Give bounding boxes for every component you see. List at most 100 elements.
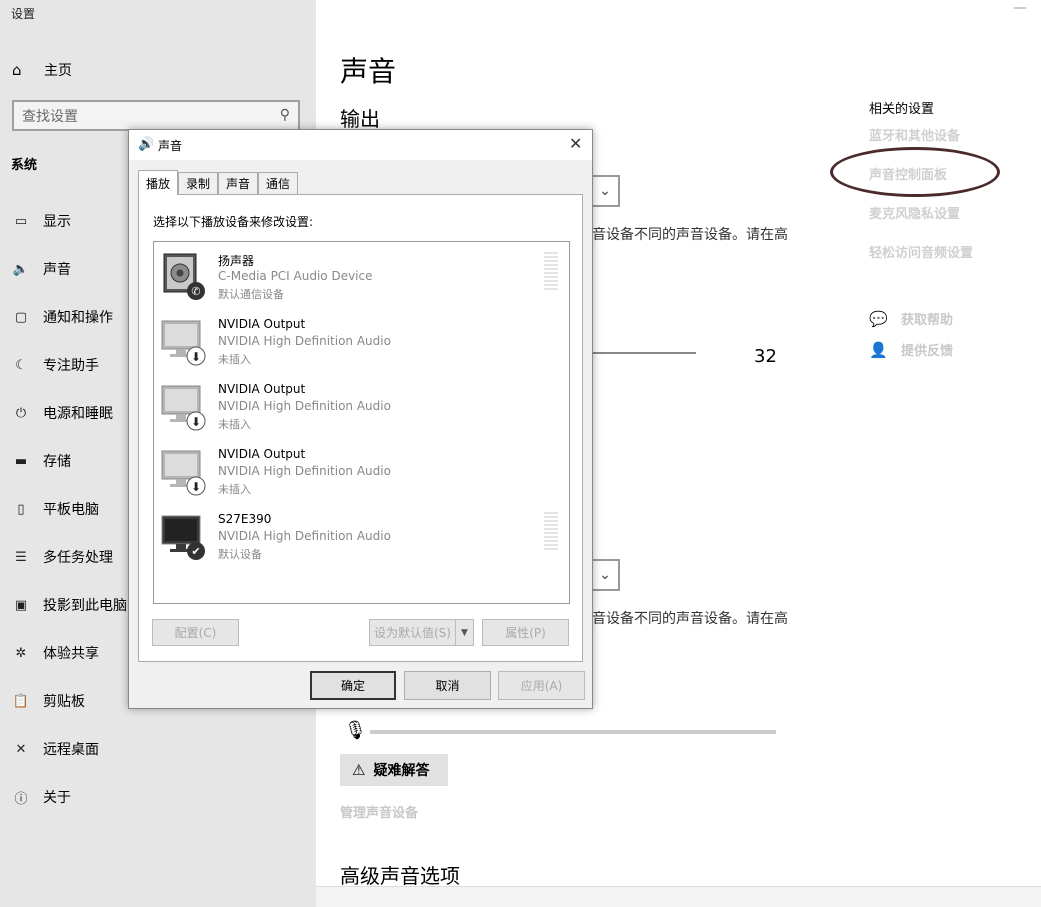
multitasking-icon: ☰ [15,549,27,565]
sound-dialog: 🔊 声音 ✕ 播放 录制 声音 通信 选择以下播放设备来修改设置: ✆ 扬声器 C-… [128,129,593,709]
sidebar-item-power[interactable]: ⏻ 电源和睡眠 [11,401,113,425]
device-description: NVIDIA High Definition Audio [218,464,391,478]
sidebar-item-focus-assist[interactable]: ☾ 专注助手 [11,353,99,377]
sidebar-item-about[interactable]: ⓘ 关于 [11,785,71,809]
sidebar-home[interactable]: ⌂ 主页 [12,60,72,80]
sidebar-item-label: 多任务处理 [43,550,113,566]
sidebar-item-remote-desktop[interactable]: ✕ 远程桌面 [11,737,99,761]
sidebar-item-project[interactable]: ▣ 投影到此电脑 [11,593,127,617]
ok-button[interactable]: 确定 [310,671,396,700]
sidebar-item-label: 关于 [43,790,71,806]
minimize-button[interactable]: — [1013,0,1027,16]
dropdown-arrow-icon[interactable]: ▼ [455,620,473,645]
tab-communications[interactable]: 通信 [258,172,299,194]
troubleshoot-button[interactable]: ⚠ 疑难解答 [340,754,448,786]
dialog-titlebar: 🔊 声音 ✕ [129,130,592,160]
sidebar-home-label: 主页 [44,63,72,79]
sidebar-item-label: 声音 [43,262,71,278]
chevron-down-icon: ⌄ [599,183,611,199]
ease-of-access-audio-link[interactable]: 轻松访问音频设置 [869,242,973,261]
device-name: NVIDIA Output [218,447,306,461]
close-icon[interactable]: ✕ [569,134,582,153]
svg-text:⬇: ⬇ [191,480,201,494]
get-help-link[interactable]: 💬 获取帮助 [869,309,954,329]
mic-privacy-link[interactable]: 麦克风隐私设置 [869,203,960,222]
sidebar-item-label: 平板电脑 [43,502,99,518]
device-name: 扬声器 [218,254,255,268]
help-icon: 💬 [869,309,888,328]
volume-value: 32 [754,346,777,367]
monitor-device-icon: ✔ [160,510,206,560]
chevron-down-icon: ⌄ [599,567,611,583]
set-default-label: 设为默认值(S) [374,626,451,640]
bluetooth-devices-link[interactable]: 蓝牙和其他设备 [869,125,960,144]
focus-assist-icon: ☾ [15,357,27,373]
search-input[interactable]: 查找设置 ⚲ [12,100,300,131]
storage-icon: ▬ [14,453,28,469]
input-device-dropdown[interactable]: ⌄ [590,559,620,591]
tab-sounds[interactable]: 声音 [218,172,259,194]
svg-text:⬇: ⬇ [191,350,201,364]
device-name: NVIDIA Output [218,317,306,331]
speaker-icon: 🔊 [138,137,155,152]
cancel-button[interactable]: 取消 [404,671,491,700]
sidebar-item-label: 通知和操作 [43,310,113,326]
sidebar-item-label: 体验共享 [43,646,99,662]
svg-text:⬇: ⬇ [191,415,201,429]
monitor-device-icon: ⬇ [160,445,206,496]
sidebar-item-label: 投影到此电脑 [43,598,127,614]
get-help-label: 获取帮助 [901,313,954,328]
related-settings-title: 相关的设置 [869,102,935,117]
display-icon: ▭ [14,213,28,229]
configure-button[interactable]: 配置(C) [152,619,239,646]
manage-sound-devices-link[interactable]: 管理声音设备 [340,802,418,821]
feedback-icon: 👤 [869,340,888,359]
playback-device-item[interactable]: ⬇ NVIDIA Output NVIDIA High Definition Aud… [160,315,560,375]
advanced-sound-heading: 高级声音选项 [340,864,460,888]
shared-experience-icon: ✲ [15,645,27,661]
sidebar-item-label: 电源和睡眠 [43,406,113,422]
sidebar-item-sound[interactable]: 🔈 声音 [11,257,71,281]
sound-icon: 🔈 [12,261,30,277]
dialog-tabs: 播放 录制 声音 通信 [138,170,299,195]
device-name: S27E390 [218,512,272,526]
sidebar-item-notification[interactable]: ▢ 通知和操作 [11,305,113,329]
playback-device-list[interactable]: ✆ 扬声器 C-Media PCI Audio Device 默认通信设备 ⬇ NVIDI… [153,241,570,604]
device-description: NVIDIA High Definition Audio [218,529,391,543]
sidebar-item-multitasking[interactable]: ☰ 多任务处理 [11,545,113,569]
output-device-dropdown[interactable]: ⌄ [590,175,620,207]
device-status: 未插入 [218,483,251,496]
volume-slider[interactable] [592,352,696,354]
sidebar-item-tablet[interactable]: ▯ 平板电脑 [11,497,99,521]
window-title: 设置 [11,7,36,21]
sidebar-item-clipboard[interactable]: 📋 剪贴板 [11,689,85,713]
feedback-link[interactable]: 👤 提供反馈 [869,340,954,360]
set-default-button[interactable]: 设为默认值(S) ▼ [369,619,474,646]
tab-recording[interactable]: 录制 [178,172,219,194]
output-hint-text: 音设备不同的声音设备。请在高 [592,227,788,243]
mic-level-bar [370,730,776,734]
home-icon: ⌂ [12,61,22,79]
device-description: NVIDIA High Definition Audio [218,399,391,413]
device-description: NVIDIA High Definition Audio [218,334,391,348]
warning-icon: ⚠ [352,761,366,779]
feedback-label: 提供反馈 [901,344,954,359]
playback-device-item[interactable]: ⬇ NVIDIA Output NVIDIA High Definition Aud… [160,445,560,505]
playback-device-item[interactable]: ⬇ NVIDIA Output NVIDIA High Definition Aud… [160,380,560,440]
properties-button[interactable]: 属性(P) [482,619,569,646]
project-icon: ▣ [14,597,28,613]
notification-icon: ▢ [14,309,28,325]
device-level-meter [544,512,558,552]
search-icon[interactable]: ⚲ [280,107,290,123]
sidebar-item-shared-experience[interactable]: ✲ 体验共享 [11,641,99,665]
playback-device-item[interactable]: ✔ S27E390 NVIDIA High Definition Audio 默认设备 [160,510,560,570]
device-description: C-Media PCI Audio Device [218,269,373,283]
speaker-device-icon: ✆ [160,250,206,300]
device-status: 默认设备 [218,548,262,561]
tab-playback[interactable]: 播放 [138,170,179,195]
bottom-strip [316,886,1041,907]
sidebar-item-display[interactable]: ▭ 显示 [11,209,71,233]
sidebar-item-storage[interactable]: ▬ 存储 [11,449,71,473]
apply-button[interactable]: 应用(A) [498,671,585,700]
playback-device-item[interactable]: ✆ 扬声器 C-Media PCI Audio Device 默认通信设备 [160,250,560,310]
